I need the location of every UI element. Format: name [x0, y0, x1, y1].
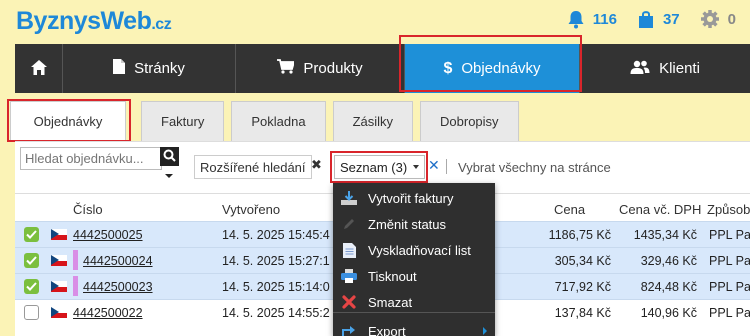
home-icon [30, 59, 47, 78]
menu-item-export[interactable]: Export [333, 318, 495, 336]
nav-item-label: Produkty [303, 60, 363, 77]
price-vat-cell: 140,96 Kč [640, 306, 697, 320]
price-vat-cell: 329,46 Kč [640, 254, 697, 268]
share-export-icon [341, 323, 357, 336]
nav-item-label: Stránky [134, 60, 185, 77]
cart-icon [277, 59, 296, 78]
color-marker [73, 276, 78, 296]
notifications-count: 116 [592, 10, 617, 28]
search-button[interactable] [160, 147, 179, 166]
home-button[interactable] [15, 44, 63, 93]
menu-item-create-invoices[interactable]: Vytvořit faktury [333, 185, 495, 211]
order-number-link[interactable]: 4442500024 [83, 254, 153, 268]
gear-icon [700, 9, 720, 29]
method-cell: PPL Pa [709, 306, 750, 320]
price-cell: 717,92 Kč [554, 280, 611, 294]
method-cell: PPL Pa [709, 228, 750, 242]
column-price[interactable]: Cena [554, 202, 585, 217]
column-method[interactable]: Způsob [707, 202, 750, 217]
tab-shipments[interactable]: Zásilky [332, 101, 414, 141]
menu-item-picking-list[interactable]: Vyskladňovací list [333, 237, 495, 263]
created-cell: 14. 5. 2025 15:27:1 [222, 254, 330, 268]
settings-counter[interactable]: 0 [700, 9, 736, 29]
czech-flag-icon [51, 229, 67, 240]
price-cell: 305,34 Kč [554, 254, 611, 268]
bell-icon [567, 10, 585, 29]
file-icon [113, 59, 126, 78]
pencil-icon [341, 216, 357, 232]
price-cell: 137,84 Kč [554, 306, 611, 320]
price-cell: 1186,75 Kč [548, 228, 611, 242]
menu-divider [333, 312, 495, 313]
delete-x-icon [341, 294, 357, 310]
tab-invoices[interactable]: Faktury [141, 101, 225, 141]
search-input[interactable] [20, 147, 162, 170]
color-marker [73, 250, 78, 270]
list-dropdown-menu: Vytvořit faktury Změnit status Vyskladňo… [333, 183, 495, 336]
users-icon [630, 60, 650, 78]
logo[interactable]: ByznysWeb.cz [16, 7, 172, 36]
menu-item-label: Smazat [368, 294, 413, 310]
order-number-link[interactable]: 4442500022 [73, 306, 143, 320]
menu-item-label: Vyskladňovací list [368, 242, 471, 258]
select-all-link[interactable]: Vybrat všechny na stránce [458, 160, 611, 175]
created-cell: 14. 5. 2025 15:14:0 [222, 280, 330, 294]
column-number[interactable]: Číslo [73, 202, 103, 217]
highlight-orders-tab [7, 99, 131, 142]
column-created[interactable]: Vytvořeno [222, 202, 280, 217]
highlight-list-button [330, 151, 428, 183]
download-icon [341, 190, 357, 206]
row-checkbox[interactable] [24, 279, 39, 294]
tab-credit-notes[interactable]: Dobropisy [420, 101, 519, 141]
chevron-right-icon [483, 327, 487, 335]
menu-item-label: Vytvořit faktury [368, 190, 454, 206]
nav-item-pages[interactable]: Stránky [63, 44, 236, 93]
czech-flag-icon [51, 307, 67, 318]
czech-flag-icon [51, 281, 67, 292]
search-options-chevron-down-icon[interactable] [165, 174, 173, 178]
price-vat-cell: 1435,34 Kč [633, 228, 697, 242]
orders-counter[interactable]: 37 [637, 10, 680, 29]
main-nav: Stránky Produkty $ Objednávky Klienti [15, 44, 750, 93]
orders-count: 37 [662, 10, 680, 28]
clear-selection-icon[interactable]: ✕ [428, 157, 440, 174]
header-stats: 116 37 0 [557, 9, 736, 29]
czech-flag-icon [51, 255, 67, 266]
menu-item-print[interactable]: Tisknout [333, 263, 495, 289]
divider [446, 159, 447, 174]
method-cell: PPL Pa [709, 280, 750, 294]
highlight-orders-nav [399, 35, 582, 92]
nav-item-label: Klienti [659, 60, 700, 77]
shopping-bag-icon [637, 10, 655, 29]
menu-item-label: Změnit status [368, 216, 447, 232]
settings-count: 0 [727, 10, 736, 28]
row-checkbox[interactable] [24, 305, 39, 320]
created-cell: 14. 5. 2025 14:55:2 [222, 306, 330, 320]
close-icon[interactable]: ✖ [311, 157, 324, 177]
row-checkbox[interactable] [24, 227, 39, 242]
search-icon [163, 149, 176, 165]
menu-item-label: Tisknout [368, 268, 417, 284]
tab-cash-register[interactable]: Pokladna [231, 101, 326, 141]
printer-icon [341, 268, 357, 284]
created-cell: 14. 5. 2025 15:45:4 [222, 228, 330, 242]
order-number-link[interactable]: 4442500025 [73, 228, 143, 242]
notifications-counter[interactable]: 116 [567, 10, 617, 29]
advanced-search-button[interactable]: Rozšířené hledání [194, 155, 312, 179]
order-number-link[interactable]: 4442500023 [83, 280, 153, 294]
nav-item-products[interactable]: Produkty [236, 44, 405, 93]
menu-item-label: Export [368, 323, 406, 336]
column-price-vat[interactable]: Cena vč. DPH [619, 202, 701, 217]
method-cell: PPL Pa [709, 254, 750, 268]
document-icon [341, 242, 357, 258]
nav-item-clients[interactable]: Klienti [580, 44, 750, 93]
menu-item-change-status[interactable]: Změnit status [333, 211, 495, 237]
row-checkbox[interactable] [24, 253, 39, 268]
price-vat-cell: 824,48 Kč [640, 280, 697, 294]
